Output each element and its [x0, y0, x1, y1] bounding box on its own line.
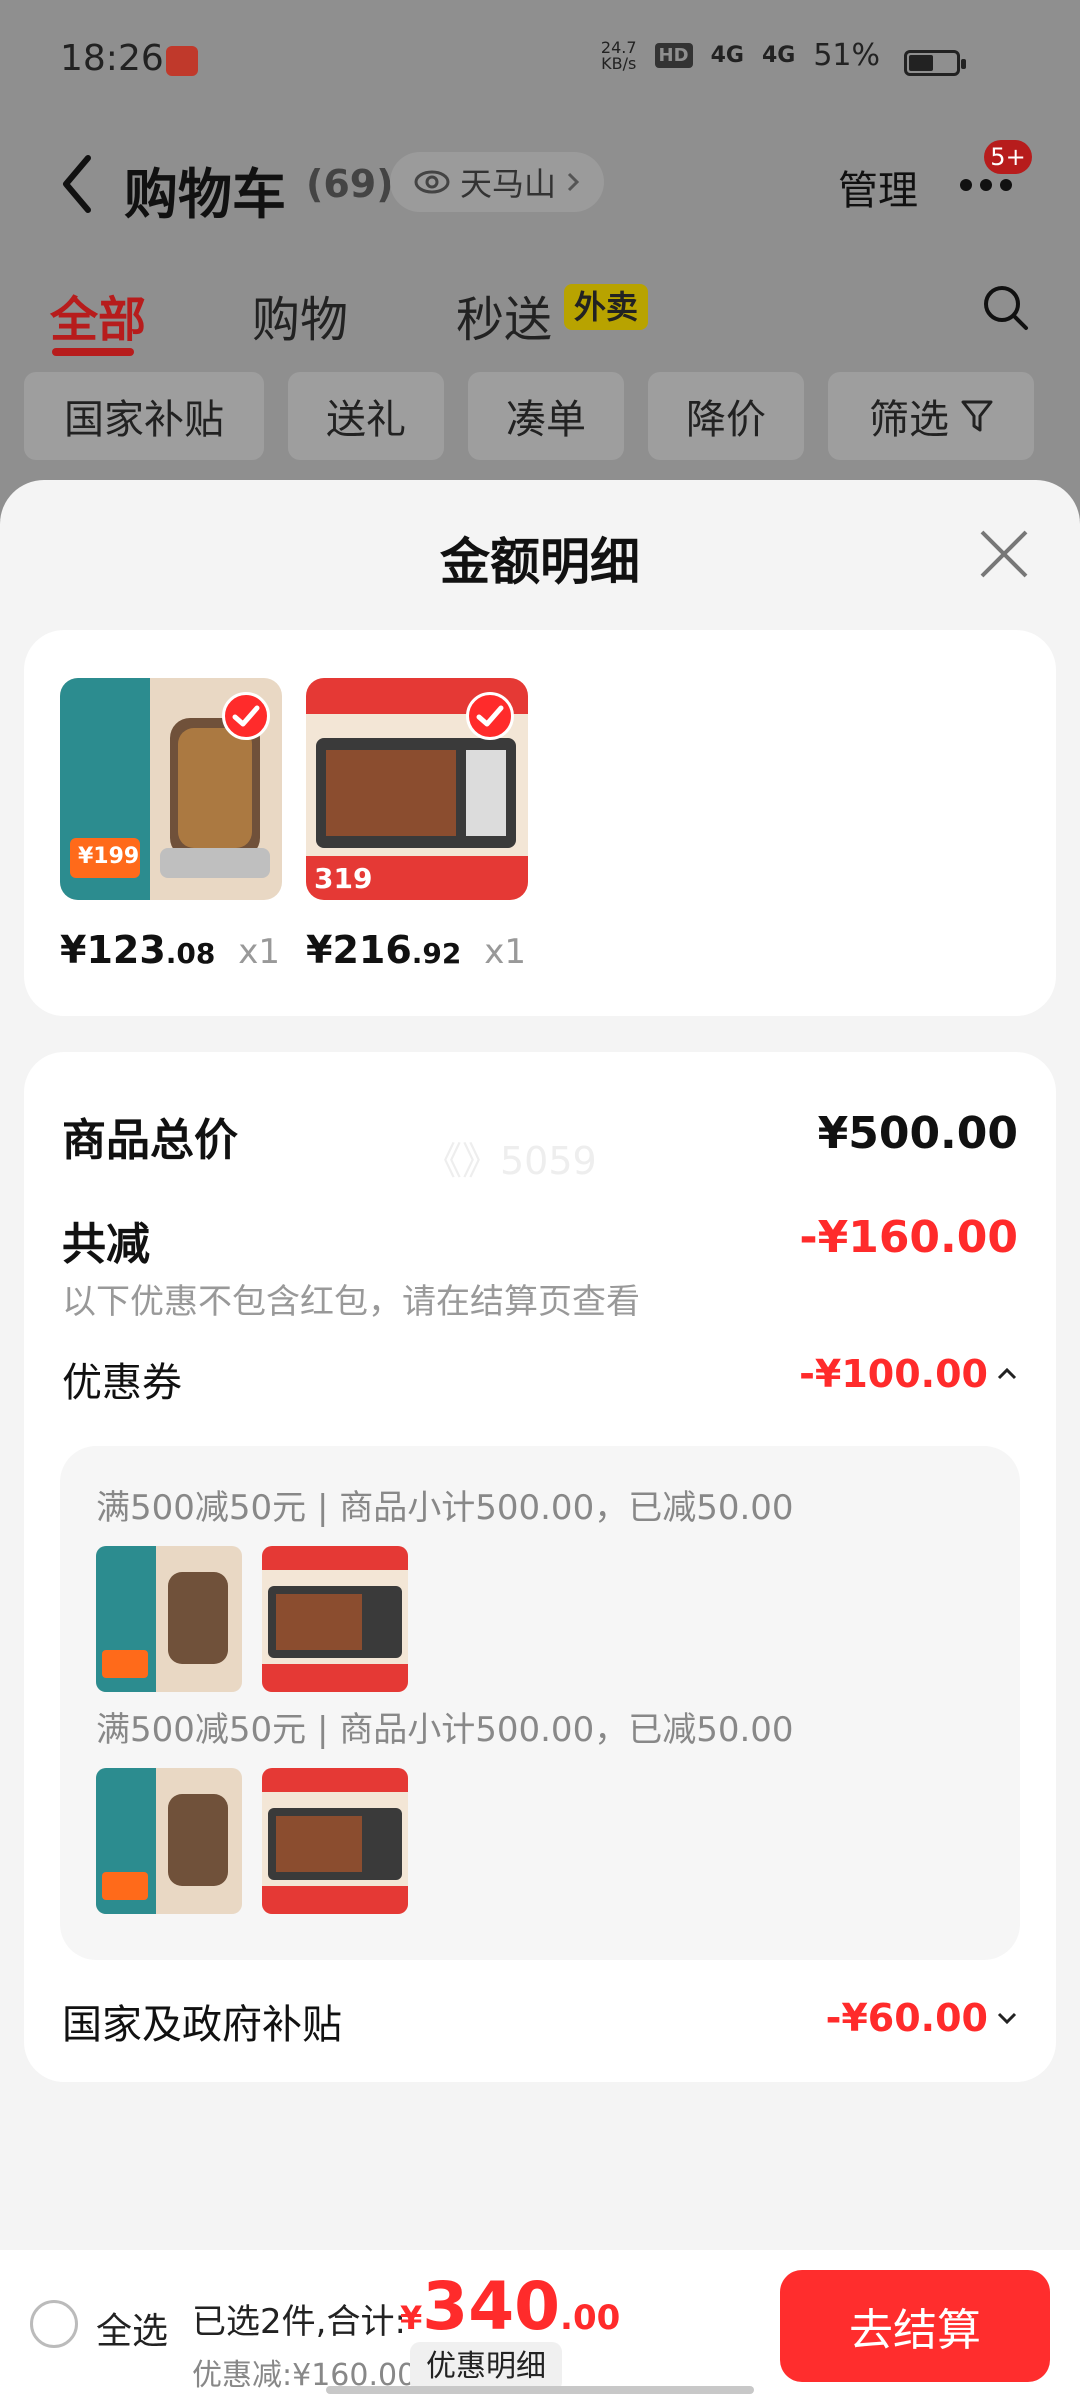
product-quantity: x1: [238, 932, 280, 972]
product-quantity: x1: [484, 932, 526, 972]
coupon-product-kettle: [96, 1546, 242, 1692]
total-reduction-label: 共减: [62, 1219, 150, 1270]
coupon-rule: 满500减50元 | 商品小计500.00，已减50.00: [96, 1710, 794, 1750]
app-notification-icon: [166, 46, 198, 76]
signal-icon: 4G: [710, 43, 744, 68]
sheet-title: 金额明细: [440, 533, 640, 591]
eye-icon: [414, 170, 450, 194]
home-indicator[interactable]: [326, 2386, 754, 2394]
hd-icon: HD: [654, 43, 693, 68]
tab-shopping[interactable]: 购物: [252, 280, 348, 350]
coupon-value: -¥100.00: [799, 1352, 988, 1396]
filter-label: 降价: [686, 397, 766, 443]
funnel-icon: [961, 400, 993, 432]
filter-bundle[interactable]: 凑单: [468, 372, 624, 460]
coupon-detail-box: 满500减50元 | 商品小计500.00，已减50.00 满500减50元 |…: [60, 1446, 1020, 1960]
coupon-label: 优惠券: [62, 1360, 182, 1406]
filter-label: 筛选: [869, 397, 949, 443]
select-all-label[interactable]: 全选: [96, 2302, 168, 2354]
filter-label: 国家补贴: [64, 397, 224, 443]
product-item[interactable]: 319 ¥216.92 x1: [306, 678, 528, 972]
subsidy-label: 国家及政府补贴: [62, 2002, 342, 2048]
net-speed-unit: KB/s: [601, 53, 637, 73]
discount-hint: 以下优惠不包含红包，请在结算页查看: [62, 1282, 640, 1322]
location-selector[interactable]: 天马山: [390, 152, 605, 212]
filter-national-subsidy[interactable]: 国家补贴: [24, 372, 264, 460]
amount-detail-sheet: 金额明细 ¥199 ¥123.08 x1 319 ¥216.92 x1 商品总价…: [0, 480, 1080, 2400]
total-decimal: .00: [560, 2298, 621, 2338]
filter-button[interactable]: 筛选: [828, 372, 1034, 460]
cart-count: (69): [306, 162, 394, 206]
more-icon[interactable]: [960, 170, 1020, 200]
check-icon: [466, 692, 514, 740]
price-decimal: .92: [411, 937, 462, 970]
coupon-product-microwave: [262, 1768, 408, 1914]
product-price: ¥123.08: [60, 928, 215, 972]
product-price-row: ¥216.92 x1: [306, 928, 526, 972]
filter-label: 送礼: [326, 397, 406, 443]
top-bar: 购物车 (69) 天马山 管理 5+: [0, 130, 1080, 240]
filter-gift[interactable]: 送礼: [288, 372, 444, 460]
waimai-tag: 外卖: [564, 284, 649, 330]
total-price-label: 商品总价: [62, 1115, 238, 1166]
tab-all[interactable]: 全部: [50, 280, 146, 350]
chevron-down-icon: [997, 2012, 1017, 2025]
checkout-label: 去结算: [849, 2305, 981, 2356]
product-thumb-label: 319: [314, 862, 373, 895]
notification-badge: 5+: [984, 140, 1032, 174]
product-price-row: ¥123.08 x1: [60, 928, 280, 972]
total-price-value: ¥500.00: [817, 1108, 1018, 1159]
status-bar: 18:26 24.7 KB/s HD 4G 4G 51%: [0, 0, 1080, 120]
product-thumb-label: ¥199: [78, 844, 140, 869]
location-name: 天马山: [460, 165, 557, 203]
checkout-button[interactable]: 去结算: [780, 2270, 1050, 2382]
tab-fast-delivery[interactable]: 秒送: [456, 280, 552, 350]
price-integer: ¥123: [60, 928, 166, 972]
selection-summary: 已选2件,合计:: [192, 2302, 406, 2342]
page-title: 购物车: [124, 163, 286, 226]
product-price: ¥216.92: [306, 928, 461, 972]
subsidy-value: -¥60.00: [825, 1996, 988, 2040]
coupon-toggle[interactable]: -¥100.00: [799, 1352, 1018, 1396]
tab-underline: [52, 348, 134, 356]
network-speed: 24.7 KB/s: [601, 39, 637, 73]
total-payable: ¥ 340 .00: [400, 2268, 620, 2345]
search-icon[interactable]: [980, 282, 1030, 332]
signal-icon: 4G: [761, 43, 796, 68]
subsidy-toggle[interactable]: -¥60.00: [826, 1996, 1018, 2040]
coupon-rule: 满500减50元 | 商品小计500.00，已减50.00: [96, 1488, 794, 1528]
chevron-up-icon: [997, 1367, 1017, 1380]
status-indicators: 24.7 KB/s HD 4G 4G 51%: [601, 38, 880, 73]
watermark: 《》5059: [424, 1139, 597, 1183]
battery-icon: [904, 50, 966, 76]
check-icon: [222, 692, 270, 740]
price-integer: ¥216: [306, 928, 412, 972]
manage-button[interactable]: 管理: [838, 158, 918, 216]
select-all-checkbox[interactable]: [30, 2300, 78, 2348]
coupon-product-microwave: [262, 1546, 408, 1692]
coupon-product-kettle: [96, 1768, 242, 1914]
price-decimal: .08: [165, 937, 216, 970]
battery-percent: 51%: [813, 38, 880, 73]
currency-symbol: ¥: [400, 2299, 423, 2337]
filter-label: 凑单: [506, 397, 586, 443]
filter-bar: 国家补贴 送礼 凑单 降价 筛选: [0, 372, 1080, 462]
selected-products-card: ¥199 ¥123.08 x1 319 ¥216.92 x1: [24, 630, 1056, 1016]
total-integer: 340: [422, 2268, 561, 2345]
checkout-bar: 全选 已选2件,合计: ¥ 340 .00 优惠减:¥160.00 优惠明细 去…: [0, 2250, 1080, 2400]
total-reduction-value: -¥160.00: [799, 1212, 1018, 1263]
tab-bar: 全部 购物 秒送 外卖: [0, 270, 1080, 360]
back-icon[interactable]: [58, 152, 98, 216]
discount-detail-button[interactable]: 优惠明细: [410, 2342, 562, 2392]
background-page: 18:26 24.7 KB/s HD 4G 4G 51% 购物车 (69) 天马…: [0, 0, 1080, 520]
price-breakdown-card: 商品总价 ¥500.00 《》5059 共减 -¥160.00 以下优惠不包含红…: [24, 1052, 1056, 2082]
product-image-microwave: 319: [306, 678, 528, 900]
product-image-kettle: ¥199: [60, 678, 282, 900]
status-time: 18:26: [60, 38, 164, 79]
close-icon[interactable]: [978, 528, 1030, 580]
product-item[interactable]: ¥199 ¥123.08 x1: [60, 678, 282, 972]
chevron-right-icon: [567, 172, 580, 192]
filter-price-drop[interactable]: 降价: [648, 372, 804, 460]
